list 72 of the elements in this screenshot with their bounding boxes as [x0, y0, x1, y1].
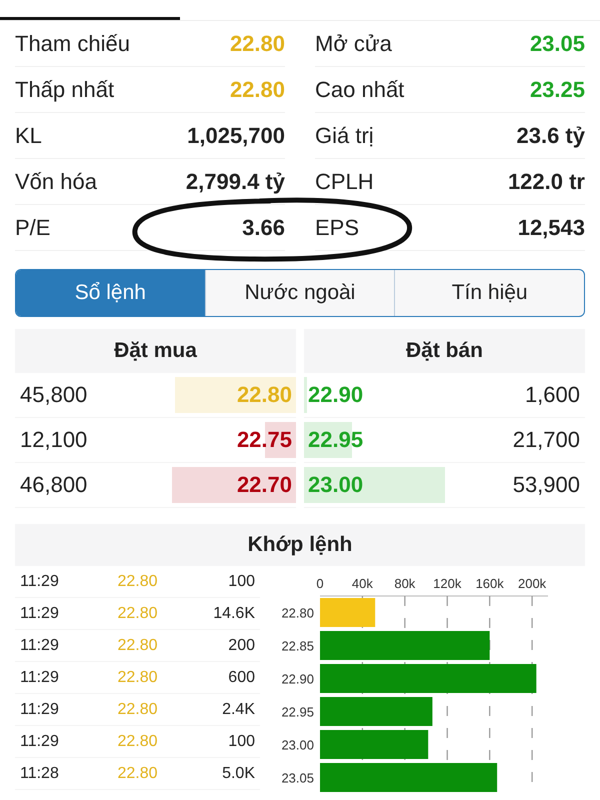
stat-value: 12,543 [518, 214, 585, 240]
category-label: 22.95 [281, 704, 314, 720]
bid-volume: 45,800 [19, 382, 88, 408]
axis-tick-label: 40k [352, 576, 373, 591]
tab[interactable]: Sổ lệnh [16, 270, 205, 316]
stat-label: KL [15, 122, 42, 148]
stat-value: 3.66 [242, 214, 285, 240]
match-time: 11:29 [20, 700, 60, 718]
stat-label: Mở cửa [315, 30, 392, 56]
ask-price: 22.95 [307, 427, 364, 453]
match-time: 11:29 [20, 604, 60, 622]
stat-label: EPS [315, 214, 360, 240]
stat-value: 1,025,700 [187, 122, 285, 148]
bar [320, 598, 376, 627]
ask-price: 23.00 [307, 472, 364, 498]
stat-value: 23.6 tỷ [516, 122, 585, 148]
match-time: 11:29 [20, 572, 60, 590]
bid-price: 22.70 [236, 472, 293, 498]
match-time: 11:29 [20, 668, 60, 686]
stat-label: Vốn hóa [15, 168, 97, 194]
stat-value: 23.05 [530, 30, 585, 56]
bid-price: 22.75 [236, 427, 293, 453]
axis-tick-label: 0 [316, 576, 324, 591]
match-price: 22.80 [116, 636, 159, 654]
match-price: 22.80 [116, 668, 159, 686]
match-volume: 200 [227, 636, 255, 654]
column-header: Đặt mua [15, 329, 296, 373]
match-volume: 100 [227, 572, 255, 590]
section-header: Khớp lệnh [15, 524, 585, 566]
column-header: Đặt bán [304, 329, 585, 373]
stat-label: P/E [15, 214, 50, 240]
stat-value: 22.80 [230, 30, 285, 56]
axis-tick-label: 120k [433, 576, 462, 591]
match-volume: 14.6K [212, 604, 255, 622]
stat-value: 22.80 [230, 76, 285, 102]
axis-tick-label: 200k [518, 576, 546, 591]
category-label: 22.85 [281, 638, 314, 654]
stat-value: 2,799.4 tỷ [186, 168, 285, 194]
ask-volume: 21,700 [512, 427, 581, 453]
match-volume: 600 [227, 668, 255, 686]
match-volume: 5.0K [221, 764, 255, 782]
stat-label: CPLH [315, 168, 374, 194]
match-time: 11:28 [20, 764, 60, 782]
stat-value: 23.25 [530, 76, 585, 102]
tab[interactable]: Nước ngoài [204, 270, 394, 316]
bid-price: 22.80 [236, 382, 293, 408]
match-price: 22.80 [116, 764, 159, 782]
tab[interactable]: Tín hiệu [394, 270, 584, 316]
stat-label: Tham chiếu [15, 30, 130, 56]
match-price: 22.80 [116, 604, 159, 622]
match-volume: 100 [227, 732, 255, 750]
ask-volume: 1,600 [524, 382, 581, 408]
stat-label: Cao nhất [315, 76, 404, 102]
stat-label: Thấp nhất [15, 76, 114, 102]
category-label: 23.05 [281, 770, 314, 786]
category-label: 22.80 [281, 606, 314, 620]
category-label: 23.00 [281, 738, 314, 752]
match-price: 22.80 [116, 572, 159, 590]
match-time: 11:29 [20, 636, 60, 654]
category-label: 22.90 [281, 672, 314, 686]
ask-price: 22.90 [307, 382, 364, 408]
axis-tick-label: 80k [394, 576, 416, 591]
axis-tick-label: 160k [476, 576, 504, 591]
stat-label: Giá trị [315, 122, 374, 148]
match-price: 22.80 [116, 700, 159, 718]
stat-value: 122.0 tr [508, 168, 585, 194]
match-time: 11:29 [20, 732, 60, 750]
match-volume: 2.4K [221, 700, 255, 718]
bid-volume: 46,800 [19, 472, 88, 498]
bid-volume: 12,100 [19, 427, 88, 453]
ask-volume: 53,900 [512, 472, 581, 498]
match-price: 22.80 [116, 732, 159, 750]
